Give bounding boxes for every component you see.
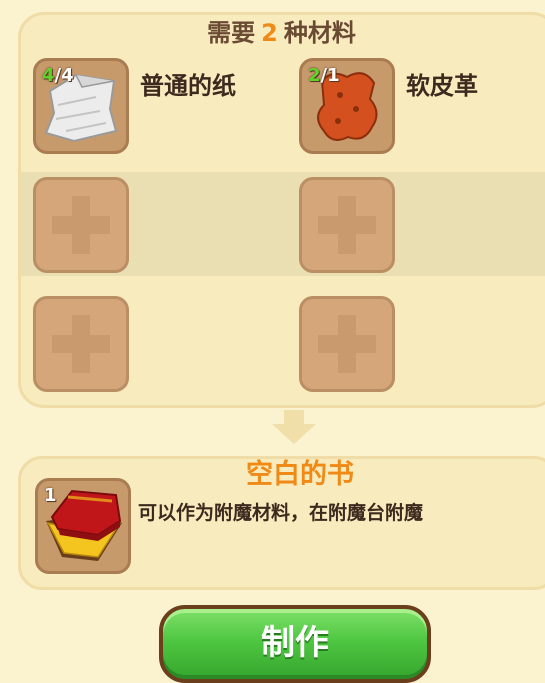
plus-icon bbox=[52, 196, 110, 254]
material-name: 软皮革 bbox=[406, 72, 478, 100]
make-button[interactable]: 制作 bbox=[159, 605, 431, 683]
header-prefix: 需要 bbox=[207, 19, 256, 47]
plus-icon bbox=[318, 196, 376, 254]
plus-icon bbox=[318, 315, 376, 373]
material-count: 2 bbox=[261, 19, 278, 47]
arrow-down-icon bbox=[272, 410, 316, 444]
materials-header: 需要 2 种材料 bbox=[18, 17, 545, 49]
result-slot-book[interactable]: 1 bbox=[35, 478, 131, 574]
empty-material-slot[interactable] bbox=[33, 177, 129, 273]
material-quantity: 4/4 bbox=[42, 65, 74, 86]
empty-material-slot[interactable] bbox=[299, 296, 395, 392]
header-suffix: 种材料 bbox=[283, 19, 356, 47]
empty-material-slot[interactable] bbox=[33, 296, 129, 392]
material-slot-paper[interactable]: 4/4 bbox=[33, 58, 129, 154]
material-slot-leather[interactable]: 2/1 bbox=[299, 58, 395, 154]
result-item-name: 空白的书 bbox=[246, 459, 354, 490]
material-name: 普通的纸 bbox=[140, 72, 236, 100]
result-item-description: 可以作为附魔材料，在附魔台附魔 bbox=[138, 502, 424, 524]
result-quantity: 1 bbox=[44, 485, 57, 506]
empty-material-slot[interactable] bbox=[299, 177, 395, 273]
plus-icon bbox=[52, 315, 110, 373]
material-quantity: 2/1 bbox=[308, 65, 340, 86]
